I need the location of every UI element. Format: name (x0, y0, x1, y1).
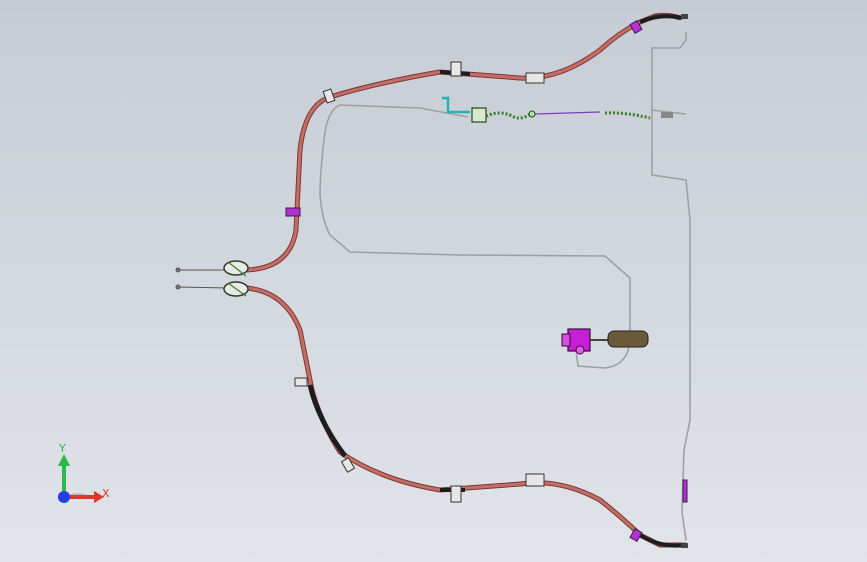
coordinate-triad: Y X (58, 442, 110, 503)
spring-coupler (528, 110, 536, 118)
lower-cable-sheath (246, 286, 642, 537)
inner-cable-lower (177, 286, 229, 289)
magenta-actuator-unit[interactable] (561, 328, 649, 355)
z-axis-dot (58, 491, 70, 503)
clip-upper-2 (450, 61, 462, 77)
purple-wire (534, 111, 601, 115)
upper-brake-cable[interactable] (246, 12, 683, 273)
actuator-flange (561, 333, 571, 347)
inner-cable-lower-end (175, 284, 181, 290)
cad-graphics-viewport[interactable]: Y X (0, 0, 867, 562)
lower-cable-outline (246, 285, 686, 548)
green-spring-left (485, 111, 531, 120)
lower-black-sleeve-mid (307, 384, 348, 458)
y-axis-arrow (58, 454, 70, 466)
clip-lower-4 (525, 473, 545, 487)
teal-bracket (442, 96, 470, 114)
actuator-motor (607, 330, 649, 348)
upper-sensor-line[interactable] (442, 96, 651, 123)
clip-upper-3 (525, 72, 545, 84)
bracket-upper-left (285, 207, 301, 217)
parking-brake-cable-assembly[interactable]: Y X (0, 0, 867, 562)
terminal-upper (681, 14, 688, 19)
terminal-sensor (661, 112, 673, 118)
upper-cable-sheath (246, 20, 641, 272)
upper-cable-outline (246, 12, 681, 273)
bracket-lower-end (629, 527, 643, 543)
right-main-tube[interactable] (651, 32, 691, 541)
actuator-port (575, 345, 585, 355)
clip-lower-3 (450, 485, 462, 503)
bracket-tube-lower (682, 479, 688, 503)
steel-tube-routing[interactable] (319, 32, 691, 541)
sensor-connector (471, 107, 487, 123)
y-axis-label: Y (58, 442, 66, 455)
lever-inner-cables[interactable] (175, 267, 229, 290)
equalizer-fittings[interactable] (223, 260, 249, 297)
lower-brake-cable[interactable] (246, 285, 687, 548)
x-axis-label: X (102, 487, 110, 500)
terminal-lower (681, 543, 688, 548)
inner-cable-upper-end (175, 267, 181, 273)
clip-lower-1 (294, 377, 308, 387)
green-spring-right (604, 111, 651, 120)
